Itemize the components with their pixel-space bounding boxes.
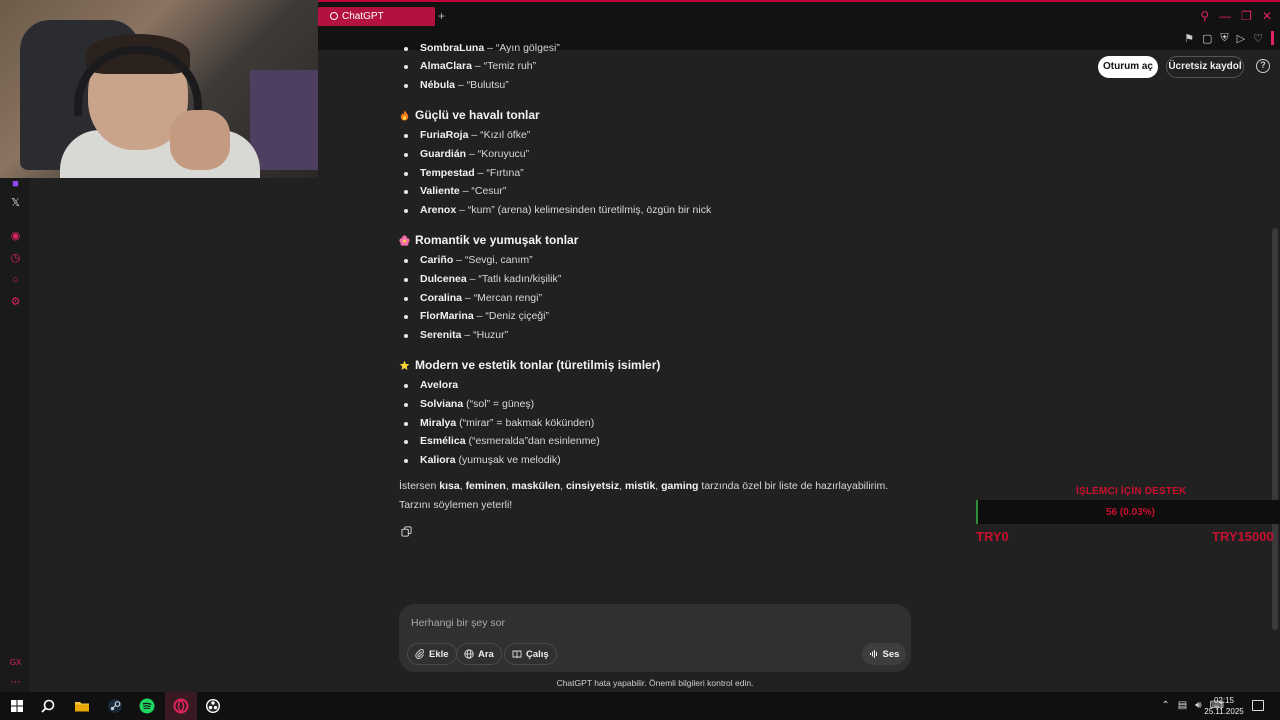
flower-icon <box>399 234 410 246</box>
book-icon <box>512 650 522 659</box>
list-item: SombraLuna – “Ayın gölgesi” <box>404 42 560 54</box>
message-composer: Ekle Ara Çalış Ses <box>399 604 911 672</box>
search-button[interactable]: Ara <box>456 643 502 665</box>
list-item: Arenox – “kum” (arena) kelimesinden türe… <box>403 204 711 216</box>
record-icon[interactable]: ◉ <box>9 230 22 243</box>
donation-amount: 56 (0.03%) <box>1106 507 1155 518</box>
sidebar-toggle-icon[interactable] <box>1271 31 1274 45</box>
close-icon[interactable]: ✕ <box>1262 9 1272 23</box>
list-item: Solviana (“sol” = güneş) <box>403 398 534 410</box>
cam-hand <box>170 110 230 170</box>
twitch-icon[interactable]: ■ <box>9 178 22 191</box>
volume-icon[interactable]: 🔊︎ <box>1195 700 1201 711</box>
screenshot-icon[interactable]: ▢ <box>1202 32 1212 45</box>
notification-icon[interactable] <box>1252 700 1264 711</box>
list-item: Serenita – “Huzur” <box>403 329 508 341</box>
add-label: Ekle <box>429 648 449 660</box>
donation-goal-title: İŞLEMCI İÇİN DESTEK <box>1076 486 1187 497</box>
list-item: Cariño – “Sevgi, canım” <box>404 254 533 266</box>
search-label: Ara <box>478 648 494 660</box>
spotify-icon[interactable] <box>139 698 155 714</box>
study-label: Çalış <box>526 648 549 660</box>
time: 02:15 <box>1213 696 1235 705</box>
study-button[interactable]: Çalış <box>504 643 557 665</box>
list-item: Tempestad – “Fırtına” <box>404 167 524 179</box>
list-item: AlmaClara – “Temiz ruh” <box>403 60 536 72</box>
x-icon[interactable]: 𝕏 <box>9 197 22 210</box>
windows-start-icon[interactable] <box>9 698 25 714</box>
closing-paragraph: İstersen kısa, feminen, maskülen, cinsiy… <box>399 480 889 511</box>
more-icon[interactable]: ⋯ <box>9 676 22 689</box>
add-button[interactable]: Ekle <box>407 643 457 665</box>
help-icon[interactable]: ? <box>1256 59 1270 73</box>
webcam-overlay <box>0 0 318 178</box>
section-heading: Güçlü ve havalı tonlar <box>399 108 540 122</box>
window-controls: ⚲ — ❐ ✕ <box>1200 9 1272 23</box>
taskbar-clock[interactable]: 02:15 25.11.2025 <box>1204 695 1244 717</box>
globe-icon <box>464 649 474 659</box>
prompt-input[interactable] <box>411 614 891 632</box>
opera-gx-icon[interactable] <box>173 698 189 714</box>
stream-sidebar: ■ 𝕏 ◉ ◷ ○ ⚙ GX ⋯ <box>0 178 30 692</box>
list-item: Coralina – “Mercan rengi” <box>404 292 542 304</box>
tab-title: ChatGPT <box>342 11 384 22</box>
list-item: Avelora <box>403 379 458 391</box>
list-item: Kaliora (yumuşak ve melodik) <box>404 454 561 466</box>
list-item: Miralya (“mirar” = bakmak kökünden) <box>403 417 594 429</box>
heart-icon[interactable]: ♡ <box>1253 32 1263 45</box>
scrollbar-thumb[interactable] <box>1272 228 1278 630</box>
network-icon[interactable]: ▤ <box>1178 700 1187 711</box>
minimize-icon[interactable]: — <box>1219 9 1231 23</box>
restore-icon[interactable]: ❐ <box>1241 9 1252 23</box>
disclaimer: ChatGPT hata yapabilir. Önemli bilgileri… <box>556 678 754 688</box>
list-item: FuriaRoja – “Kızıl öfke” <box>403 129 530 141</box>
clock-icon[interactable]: ◷ <box>9 252 22 265</box>
file-explorer-icon[interactable] <box>74 698 90 714</box>
list-item: Dulcenea – “Tatlı kadın/kişilik” <box>403 273 561 285</box>
login-button[interactable]: Oturum aç <box>1098 56 1158 78</box>
voice-button[interactable]: Ses <box>862 643 906 665</box>
chat-icon[interactable]: ○ <box>9 274 22 287</box>
chevron-up-icon[interactable]: ⌃ <box>1161 700 1169 711</box>
list-item: Valiente – “Cesur” <box>403 185 506 197</box>
list-item: Esmélica (“esmeralda”dan esinlenme) <box>404 435 600 447</box>
play-icon[interactable]: ▷ <box>1237 32 1245 45</box>
waveform-icon <box>869 650 877 658</box>
signup-button[interactable]: Ücretsiz kaydol <box>1166 56 1244 78</box>
donation-min: TRY0 <box>976 529 1009 544</box>
copy-icon[interactable] <box>401 526 412 537</box>
list-item: Nébula – “Bulutsu” <box>404 79 509 91</box>
search-icon[interactable]: ⚲ <box>1200 9 1209 23</box>
chatgpt-icon <box>330 12 338 20</box>
taskbar: ⌃ ▤ 🔊︎ ⌨ 02:15 25.11.2025 <box>0 692 1280 720</box>
donation-max: TRY15000 <box>1212 529 1274 544</box>
obs-icon[interactable] <box>205 698 221 714</box>
screen: ChatGPT + ⚲ — ❐ ✕ ⚑ ▢ ⛨ ▷ ♡ Oturum aç Üc… <box>0 0 1280 720</box>
section-heading: Romantik ve yumuşak tonlar <box>399 233 578 247</box>
shield-icon[interactable]: ⛨ <box>1220 32 1228 45</box>
cam-background <box>250 70 318 170</box>
new-tab-button[interactable]: + <box>438 10 445 22</box>
list-item: Guardián – “Koruyucu” <box>403 148 529 160</box>
paperclip-icon <box>415 649 425 659</box>
search-icon[interactable] <box>40 698 56 714</box>
fire-icon <box>400 109 409 121</box>
browser-tab[interactable]: ChatGPT <box>318 7 435 26</box>
pin-icon[interactable]: ⚑ <box>1184 32 1194 45</box>
gx-icon[interactable]: GX <box>9 656 22 669</box>
list-item: FlorMarina – “Deniz çiçeği” <box>404 310 549 322</box>
section-heading: Modern ve estetik tonlar (türetilmiş isi… <box>399 358 660 372</box>
date: 25.11.2025 <box>1204 707 1244 716</box>
settings-icon[interactable]: ⚙ <box>9 296 22 309</box>
steam-icon[interactable] <box>107 698 123 714</box>
toolbar-icons: ⚑ ▢ ⛨ ▷ ♡ <box>1184 31 1274 45</box>
voice-label: Ses <box>882 648 900 660</box>
star-icon <box>399 360 410 370</box>
